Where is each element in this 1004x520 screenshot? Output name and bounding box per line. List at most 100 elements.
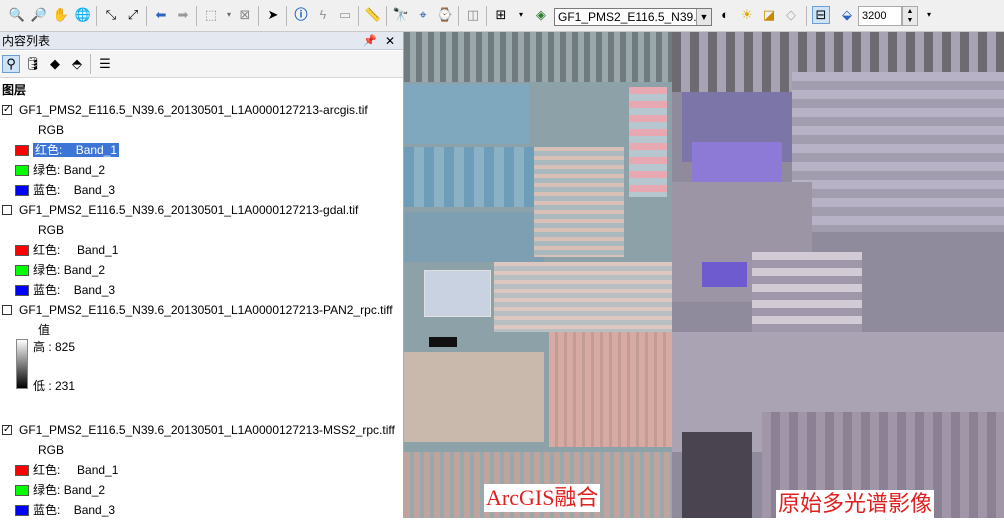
forward-arrow-icon[interactable]: ➡ bbox=[174, 6, 192, 24]
layer-checkbox[interactable] bbox=[2, 305, 12, 315]
hyperlink-lightning-icon[interactable]: ϟ bbox=[314, 6, 332, 24]
find-binoculars-icon[interactable]: 🔭 bbox=[392, 6, 410, 24]
select-elements-arrow-icon[interactable]: ➤ bbox=[264, 6, 282, 24]
effects-layer-value: GF1_PMS2_E116.5_N39.6 bbox=[558, 10, 704, 24]
back-arrow-icon[interactable]: ⬅ bbox=[152, 6, 170, 24]
band-entry[interactable]: 蓝色: Band_3 bbox=[33, 500, 115, 520]
scale-lock-icon[interactable]: ⊟ bbox=[812, 6, 830, 24]
create-viewer-window-icon[interactable]: ⊞ bbox=[492, 6, 510, 24]
toolbar-divider bbox=[806, 6, 807, 26]
layer-checkbox[interactable] bbox=[2, 205, 12, 215]
zoom-spinner[interactable]: ▲ ▼ bbox=[902, 6, 918, 26]
low-value-label: 低 : 231 bbox=[33, 379, 76, 393]
brightness-sun-icon[interactable]: ☀ bbox=[738, 6, 756, 24]
go-to-xy-icon[interactable]: ⌖ bbox=[414, 6, 432, 24]
pin-icon[interactable]: 📌 bbox=[363, 32, 377, 50]
band-label: 红色: bbox=[33, 463, 61, 477]
blue-swatch[interactable] bbox=[15, 285, 29, 296]
effects-layer-dropdown[interactable]: GF1_PMS2_E116.5_N39.6 ▼ bbox=[554, 8, 712, 26]
zoom-out-icon[interactable]: 🔎 bbox=[30, 6, 48, 24]
spin-down-icon[interactable]: ▼ bbox=[903, 16, 917, 25]
high-value-label: 高 : 825 bbox=[33, 340, 76, 354]
list-by-selection-icon[interactable]: ⬘ bbox=[68, 55, 86, 73]
layer-name[interactable]: GF1_PMS2_E116.5_N39.6_20130501_L1A000012… bbox=[19, 200, 358, 220]
render-mode-label: RGB bbox=[38, 223, 65, 237]
full-extent-globe-icon[interactable]: 🌐 bbox=[74, 6, 92, 24]
toolbar-overflow-icon[interactable]: ▾ bbox=[512, 6, 530, 24]
band-entry[interactable]: 绿色: Band_2 bbox=[33, 160, 105, 180]
blurred-roof bbox=[692, 142, 782, 182]
band-value: Band_3 bbox=[73, 283, 116, 297]
close-icon[interactable]: ✕ bbox=[385, 32, 395, 50]
fused-image-pane[interactable]: ArcGIS融合 bbox=[404, 32, 672, 518]
toolbar-divider bbox=[286, 6, 287, 26]
layer-checkbox[interactable]: ✓ bbox=[2, 105, 12, 115]
grayscale-ramp[interactable] bbox=[16, 339, 28, 389]
fixed-zoom-out-icon[interactable]: ⤢ bbox=[124, 6, 142, 24]
list-by-source-icon[interactable]: 🛢 bbox=[24, 55, 42, 73]
list-by-visibility-icon[interactable]: ◆ bbox=[46, 55, 64, 73]
red-swatch[interactable] bbox=[15, 465, 29, 476]
layer-checkbox[interactable]: ✓ bbox=[2, 425, 12, 435]
time-slider-icon[interactable]: ⌚ bbox=[436, 6, 454, 24]
right-caption: 原始多光谱影像 bbox=[776, 490, 935, 518]
effects-layer-icon[interactable]: ◈ bbox=[532, 6, 550, 24]
clear-selection-icon[interactable]: ⊠ bbox=[236, 6, 254, 24]
green-swatch[interactable] bbox=[15, 485, 29, 496]
blurred-field bbox=[792, 72, 1004, 232]
toolbar-divider bbox=[358, 6, 359, 26]
blue-swatch[interactable] bbox=[15, 505, 29, 516]
fixed-zoom-in-icon[interactable]: ⤡ bbox=[102, 6, 120, 24]
band-value: Band_2 bbox=[63, 163, 106, 177]
band-entry[interactable]: 红色: Band_1 bbox=[33, 140, 120, 160]
red-swatch[interactable] bbox=[15, 145, 29, 156]
band-entry[interactable]: 红色: Band_1 bbox=[33, 240, 118, 260]
toolbar-overflow-icon[interactable]: ▾ bbox=[920, 6, 938, 24]
toc-toolbar: ⚲ 🛢 ◆ ⬘ ☰ bbox=[0, 51, 403, 78]
map-display[interactable]: ArcGIS融合 原始多光谱影像 bbox=[404, 32, 1004, 518]
field-parcel bbox=[404, 212, 544, 262]
blurred-field bbox=[752, 252, 862, 342]
render-mode-label: RGB bbox=[38, 123, 65, 137]
blue-swatch[interactable] bbox=[15, 185, 29, 196]
red-swatch[interactable] bbox=[15, 245, 29, 256]
band-entry[interactable]: 绿色: Band_2 bbox=[33, 480, 105, 500]
zoom-scale-icon[interactable]: ⬙ bbox=[838, 6, 856, 24]
layer-name[interactable]: GF1_PMS2_E116.5_N39.6_20130501_L1A000012… bbox=[19, 100, 368, 120]
pan-hand-icon[interactable]: ✋ bbox=[52, 6, 70, 24]
table-of-contents-panel: 内容列表 📌 ✕ ⚲ 🛢 ◆ ⬘ ☰ 图层 ✓ GF1_PMS2_E116.5_… bbox=[0, 32, 404, 518]
band-entry[interactable]: 蓝色: Band_3 bbox=[33, 180, 115, 200]
band-entry[interactable]: 绿色: Band_2 bbox=[33, 260, 105, 280]
swipe-layer-icon[interactable]: ◪ bbox=[760, 6, 778, 24]
dark-patch bbox=[429, 337, 457, 347]
toolbar-divider bbox=[90, 54, 91, 74]
viewer-window-icon[interactable]: ◫ bbox=[464, 6, 482, 24]
green-swatch[interactable] bbox=[15, 265, 29, 276]
green-swatch[interactable] bbox=[15, 165, 29, 176]
options-icon[interactable]: ☰ bbox=[96, 55, 114, 73]
html-popup-icon[interactable]: ▭ bbox=[336, 6, 354, 24]
band-value: Band_1 bbox=[75, 143, 118, 157]
layer-name[interactable]: GF1_PMS2_E116.5_N39.6_20130501_L1A000012… bbox=[19, 420, 395, 440]
toolbar-divider bbox=[258, 6, 259, 26]
band-entry[interactable]: 红色: Band_1 bbox=[33, 460, 118, 480]
identify-info-icon[interactable]: ⓘ bbox=[292, 6, 310, 24]
zoom-in-icon[interactable]: 🔍 bbox=[8, 6, 26, 24]
contrast-icon[interactable]: ◐ bbox=[716, 6, 734, 24]
list-by-drawing-order-icon[interactable]: ⚲ bbox=[2, 55, 20, 73]
chevron-down-icon[interactable]: ▼ bbox=[696, 9, 711, 25]
select-features-icon[interactable]: ⬚ bbox=[202, 6, 220, 24]
layers-section-label: 图层 bbox=[2, 83, 27, 97]
band-label: 蓝色: bbox=[33, 183, 61, 197]
original-image-pane[interactable]: 原始多光谱影像 bbox=[672, 32, 1004, 518]
flicker-icon[interactable]: ◇ bbox=[782, 6, 800, 24]
building-strip bbox=[404, 32, 672, 82]
render-mode-label: RGB bbox=[38, 443, 65, 457]
toolbar-divider bbox=[196, 6, 197, 26]
layer-name[interactable]: GF1_PMS2_E116.5_N39.6_20130501_L1A000012… bbox=[19, 300, 393, 320]
greenhouse-rows bbox=[534, 147, 624, 257]
measure-ruler-icon[interactable]: 📏 bbox=[364, 6, 382, 24]
spin-up-icon[interactable]: ▲ bbox=[903, 7, 917, 16]
zoom-scale-field[interactable]: 3200 bbox=[858, 6, 902, 26]
band-entry[interactable]: 蓝色: Band_3 bbox=[33, 280, 115, 300]
